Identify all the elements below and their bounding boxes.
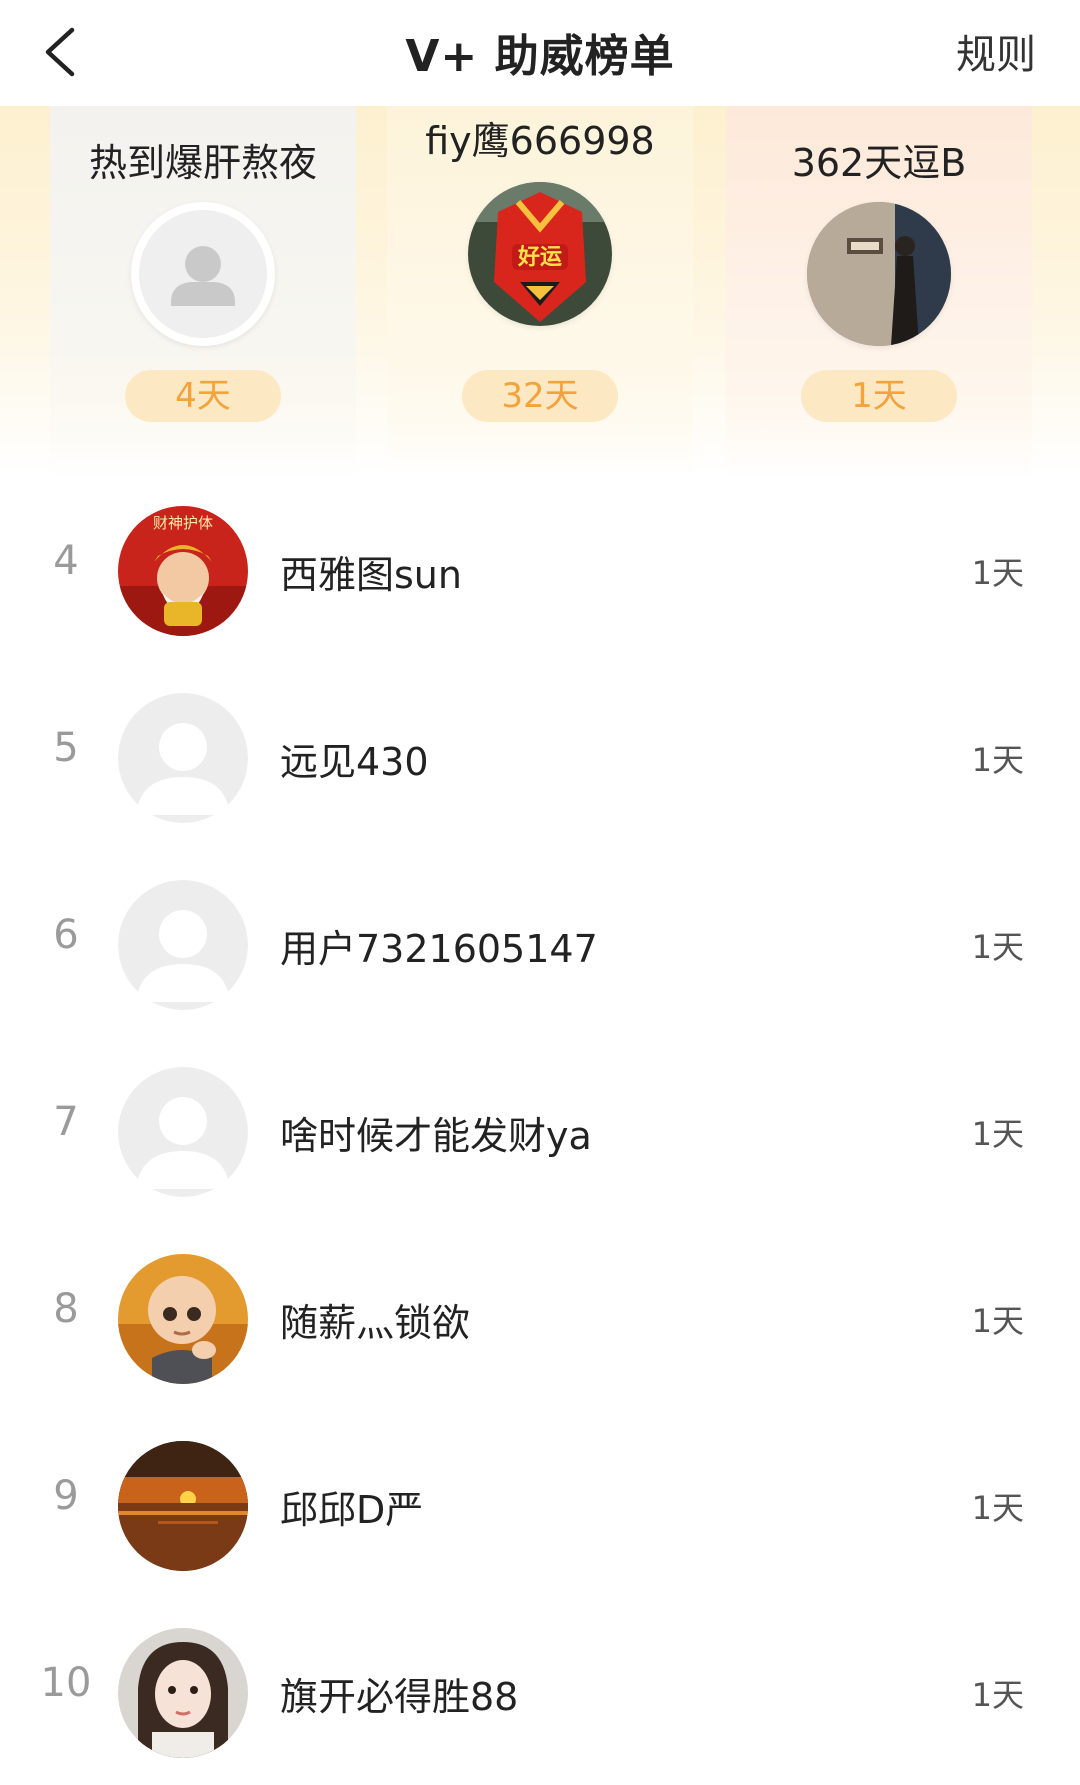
- rank-number: 10: [40, 1660, 92, 1706]
- rank-number: 8: [53, 1286, 79, 1332]
- user-name: 邱邱D严: [280, 1488, 424, 1532]
- user-name: 用户7321605147: [280, 927, 598, 971]
- rules-link[interactable]: 规则: [956, 22, 1036, 80]
- list-item[interactable]: 9 邱邱D严 1天: [0, 1411, 1080, 1598]
- days-count: 1天: [971, 1676, 1024, 1714]
- podium-rank-3[interactable]: 362天逗B 1天: [726, 106, 1032, 476]
- rank-number: 6: [53, 912, 79, 958]
- days-count: 1天: [971, 741, 1024, 779]
- navigation-bar: V+ 助威榜单 规则: [0, 0, 1080, 107]
- svg-text:好运: 好运: [517, 244, 562, 270]
- days-count: 1天: [971, 1302, 1024, 1340]
- rank-number: 5: [53, 725, 79, 771]
- podium-rank-1[interactable]: fiy鹰666998 好运 32天: [387, 106, 693, 476]
- list-item[interactable]: 6 用户7321605147 1天: [0, 850, 1080, 1037]
- list-item[interactable]: 8 随薪灬锁欲 1天: [0, 1224, 1080, 1411]
- podium-name: 362天逗B: [791, 141, 967, 185]
- list-item[interactable]: 5 远见430 1天: [0, 663, 1080, 850]
- red-mecha-avatar[interactable]: 好运: [468, 182, 612, 326]
- rank-number: 7: [53, 1099, 79, 1145]
- days-count: 1天: [971, 554, 1024, 592]
- podium-rank-2[interactable]: 热到爆肝熬夜 4天: [50, 106, 356, 476]
- days-count: 1天: [971, 1489, 1024, 1527]
- user-name: 啥时候才能发财ya: [280, 1114, 592, 1158]
- top-three-podium: 热到爆肝熬夜 4天 fiy鹰666998 好运 32天 362天逗B 1天: [0, 106, 1080, 476]
- rank-number: 9: [53, 1473, 79, 1519]
- default-avatar[interactable]: [118, 880, 248, 1010]
- days-badge: 4天: [125, 370, 281, 422]
- user-name: 旗开必得胜88: [280, 1675, 519, 1719]
- page-title: V+ 助威榜单: [405, 31, 675, 82]
- user-name: 远见430: [280, 740, 429, 784]
- default-avatar[interactable]: [118, 1067, 248, 1197]
- svg-text:财神护体: 财神护体: [153, 514, 213, 532]
- default-avatar[interactable]: [118, 693, 248, 823]
- girl-photo-avatar[interactable]: [118, 1628, 248, 1758]
- days-badge: 1天: [801, 370, 957, 422]
- sunset-avatar[interactable]: [118, 1441, 248, 1571]
- user-name: 随薪灬锁欲: [280, 1301, 471, 1345]
- podium-name: 热到爆肝熬夜: [88, 141, 317, 185]
- podium-name: fiy鹰666998: [425, 119, 655, 163]
- rank-number: 4: [53, 538, 79, 584]
- days-count: 1天: [971, 1115, 1024, 1153]
- list-item[interactable]: 7 啥时候才能发财ya 1天: [0, 1037, 1080, 1224]
- list-item[interactable]: 4 财神护体 西雅图sun 1天: [0, 476, 1080, 663]
- days-count: 1天: [971, 928, 1024, 966]
- days-badge: 32天: [462, 370, 618, 422]
- person-photo-avatar[interactable]: [807, 202, 951, 346]
- list-item[interactable]: 10 旗开必得胜88 1天: [0, 1598, 1080, 1785]
- user-name: 西雅图sun: [280, 553, 462, 597]
- god-of-wealth-avatar[interactable]: 财神护体: [118, 506, 248, 636]
- cartoon-monk-avatar[interactable]: [118, 1254, 248, 1384]
- default-avatar[interactable]: [131, 202, 275, 346]
